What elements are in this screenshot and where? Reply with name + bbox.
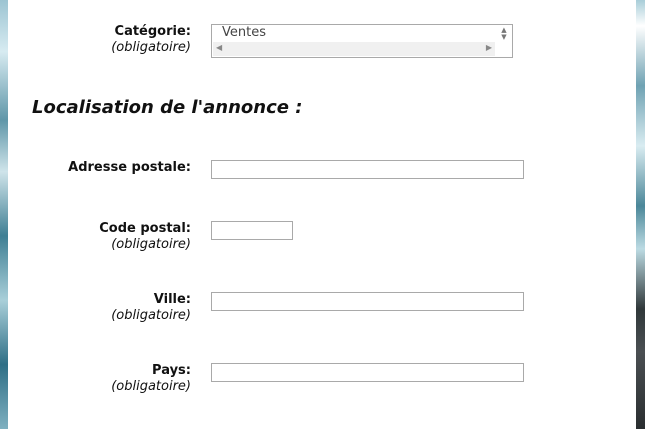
form-panel: Catégorie: (obligatoire) Ventes ▲ ▼ ◀ ▶ L…	[8, 0, 636, 429]
city-required-note: (obligatoire)	[111, 308, 191, 323]
postal-code-label: Code postal:	[99, 221, 191, 236]
category-label-group: Catégorie: (obligatoire)	[111, 24, 191, 56]
city-input[interactable]	[211, 292, 524, 311]
address-input[interactable]	[211, 160, 524, 179]
city-label: Ville:	[153, 292, 191, 307]
up-down-arrows-icon[interactable]: ▲ ▼	[499, 27, 509, 41]
category-selected-value: Ventes	[222, 25, 266, 40]
chevron-right-icon[interactable]: ▶	[486, 43, 492, 52]
background-image-right	[636, 0, 645, 429]
category-select[interactable]: Ventes ▲ ▼ ◀ ▶	[211, 24, 513, 58]
postal-code-input[interactable]	[211, 221, 293, 240]
category-required-note: (obligatoire)	[111, 40, 191, 55]
country-label: Pays:	[152, 363, 191, 378]
chevron-left-icon[interactable]: ◀	[216, 43, 222, 52]
postal-code-label-group: Code postal: (obligatoire)	[99, 221, 191, 253]
country-label-group: Pays: (obligatoire)	[111, 363, 191, 395]
background-image-left	[0, 0, 8, 429]
location-section-title: Localisation de l'annonce :	[32, 97, 303, 118]
country-input[interactable]	[211, 363, 524, 382]
country-required-note: (obligatoire)	[111, 379, 191, 394]
category-label: Catégorie:	[114, 24, 191, 39]
category-horizontal-scrollbar[interactable]: ◀ ▶	[213, 42, 495, 56]
postal-code-required-note: (obligatoire)	[111, 237, 191, 252]
address-label: Adresse postale:	[68, 160, 191, 175]
city-label-group: Ville: (obligatoire)	[111, 292, 191, 324]
address-label-group: Adresse postale:	[68, 160, 191, 176]
